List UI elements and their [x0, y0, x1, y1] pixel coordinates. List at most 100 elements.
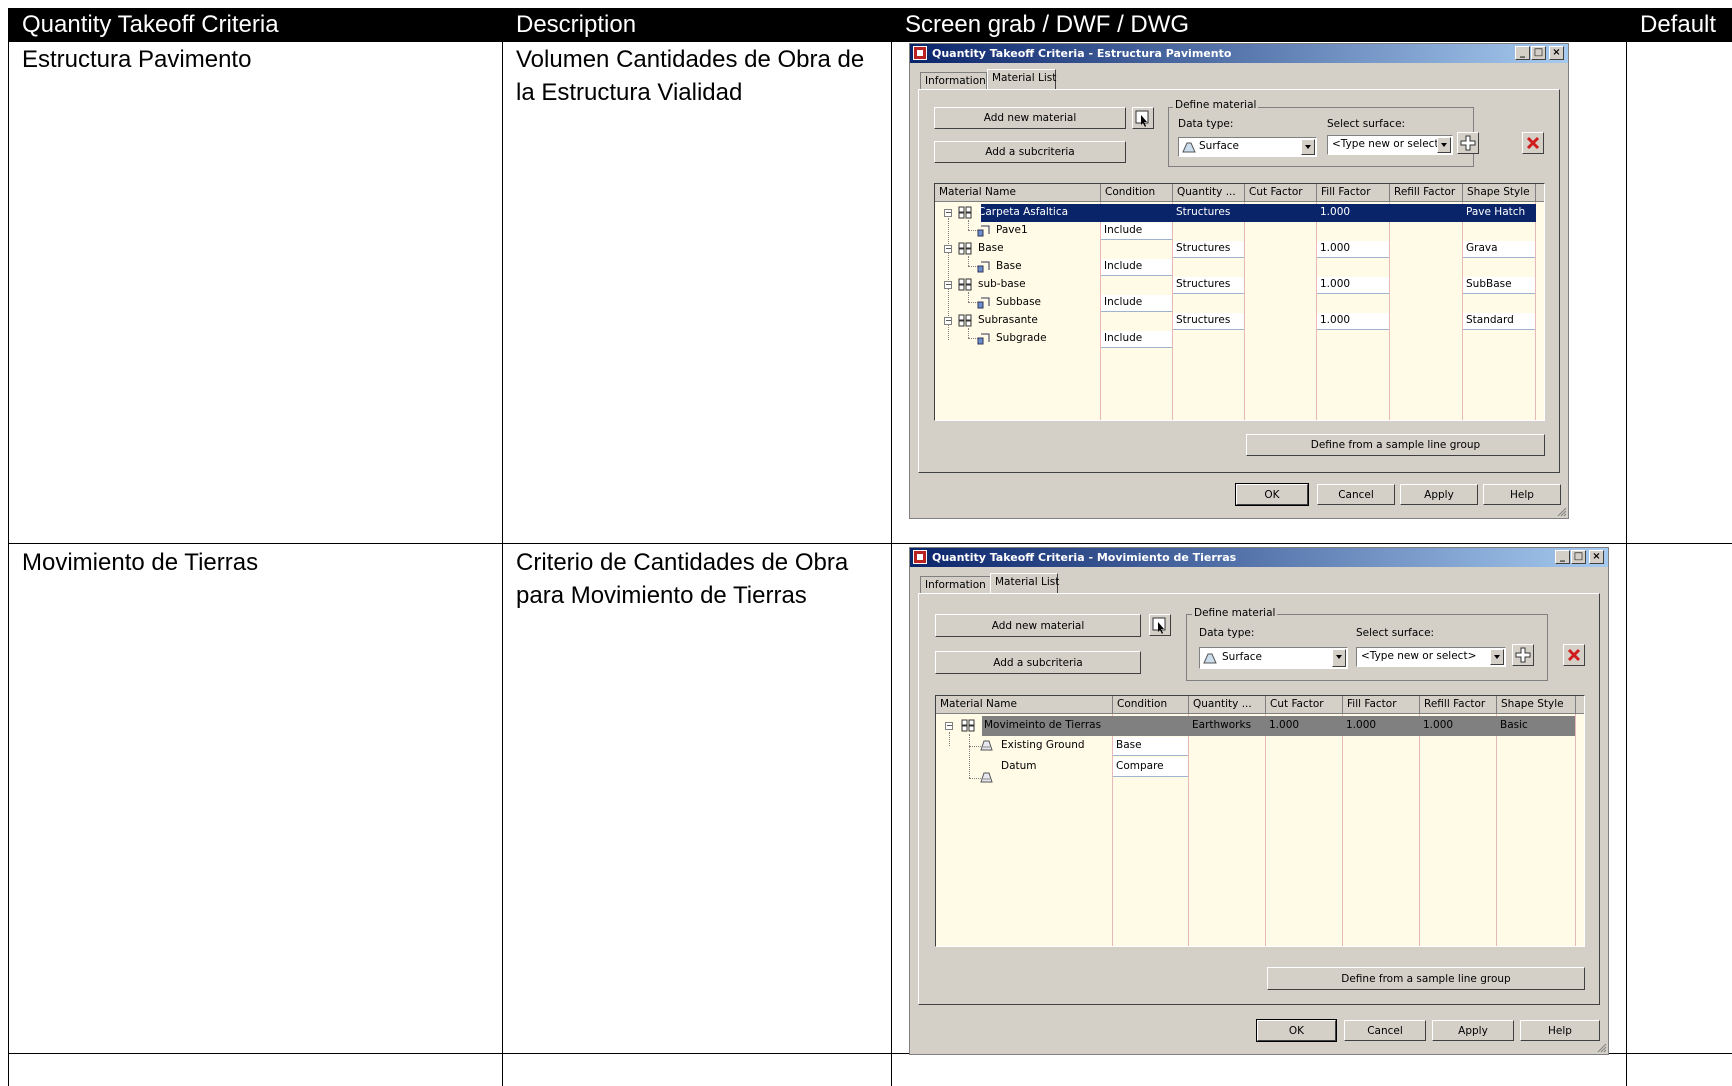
cancel-button[interactable]: Cancel [1317, 484, 1395, 505]
tab-information[interactable]: Information [920, 576, 999, 594]
select-surface-combo[interactable]: <Type new or select> [1327, 135, 1453, 155]
row-material-name[interactable]: Subgrade [993, 332, 1047, 344]
row-shape-style[interactable]: Grava [1463, 242, 1498, 254]
row-material-name[interactable]: Datum [998, 760, 1037, 772]
row-condition[interactable]: Include [1101, 224, 1142, 236]
col-shape-style[interactable]: Shape Style [1463, 184, 1536, 202]
select-surface-combo[interactable]: <Type new or select> [1356, 647, 1506, 667]
row-condition[interactable]: Compare [1113, 760, 1164, 772]
row-shape-style[interactable]: Pave Hatch [1463, 206, 1525, 218]
grid-col-line [1265, 714, 1266, 946]
help-button[interactable]: Help [1483, 484, 1561, 505]
row-material-name[interactable]: Pave1 [993, 224, 1028, 236]
row-shape-style[interactable]: SubBase [1463, 278, 1512, 290]
row-quantity[interactable]: Structures [1173, 206, 1230, 218]
col-condition[interactable]: Condition [1113, 696, 1189, 714]
row-condition[interactable]: Include [1101, 296, 1142, 308]
row-condition[interactable]: Base [1113, 739, 1142, 751]
row-material-name[interactable]: Subbase [993, 296, 1041, 308]
col-fill-factor[interactable]: Fill Factor [1343, 696, 1420, 714]
col-material-name[interactable]: Material Name [935, 184, 1101, 202]
row-material-name[interactable]: Subrasante [975, 314, 1038, 326]
collapse-icon[interactable]: − [944, 317, 952, 325]
tab-material-list[interactable]: Material List [990, 573, 1059, 594]
row-fill-factor[interactable]: 1.000 [1343, 719, 1376, 731]
data-type-value: Surface [1222, 651, 1263, 663]
add-subcriteria-button[interactable]: Add a subcriteria [935, 651, 1141, 674]
chevron-down-icon[interactable] [1490, 649, 1504, 665]
row-condition[interactable]: Include [1101, 260, 1142, 272]
row-condition[interactable]: Include [1101, 332, 1142, 344]
cancel-button[interactable]: Cancel [1344, 1020, 1426, 1041]
row-quantity[interactable]: Structures [1173, 314, 1230, 326]
row-shape-style[interactable]: Standard [1463, 314, 1514, 326]
minimize-icon[interactable]: _ [1555, 550, 1570, 564]
collapse-icon[interactable]: − [945, 722, 953, 730]
data-type-select[interactable]: Surface [1199, 647, 1348, 669]
maximize-icon[interactable]: □ [1531, 46, 1546, 60]
chevron-down-icon[interactable] [1301, 139, 1315, 155]
row-quantity[interactable]: Structures [1173, 242, 1230, 254]
help-button[interactable]: Help [1520, 1020, 1600, 1041]
chevron-down-icon[interactable] [1332, 649, 1346, 667]
grid-col-line [1419, 714, 1420, 946]
pick-icon[interactable] [1132, 107, 1154, 129]
add-material-button[interactable]: Add new material [934, 107, 1126, 129]
collapse-icon[interactable]: − [944, 245, 952, 253]
row-fill-factor[interactable]: 1.000 [1317, 278, 1350, 290]
col-fill-factor[interactable]: Fill Factor [1317, 184, 1390, 202]
col-quantity[interactable]: Quantity ... [1189, 696, 1266, 714]
apply-button[interactable]: Apply [1432, 1020, 1514, 1041]
col-quantity[interactable]: Quantity ... [1173, 184, 1245, 202]
ok-button[interactable]: OK [1256, 1019, 1337, 1042]
delete-icon[interactable] [1563, 644, 1585, 666]
define-sample-line-button[interactable]: Define from a sample line group [1267, 967, 1585, 990]
col-cut-factor[interactable]: Cut Factor [1245, 184, 1317, 202]
material-list-grid[interactable]: Material Name Condition Quantity ... Cut… [934, 183, 1545, 421]
pick-icon[interactable] [1149, 614, 1171, 636]
define-sample-line-button[interactable]: Define from a sample line group [1246, 434, 1545, 456]
row-shape-style[interactable]: Basic [1497, 719, 1528, 731]
add-surface-icon[interactable] [1512, 644, 1534, 666]
tab-material-list[interactable]: Material List [987, 69, 1056, 90]
row-fill-factor[interactable]: 1.000 [1317, 314, 1350, 326]
material-icon [961, 719, 975, 732]
add-surface-icon[interactable] [1457, 132, 1479, 154]
collapse-icon[interactable]: − [944, 281, 952, 289]
row-quantity[interactable]: Earthworks [1189, 719, 1251, 731]
add-subcriteria-button[interactable]: Add a subcriteria [934, 141, 1126, 163]
resize-grip-icon[interactable] [1555, 505, 1567, 517]
row-material-name[interactable]: Base [975, 242, 1004, 254]
apply-button[interactable]: Apply [1400, 484, 1478, 505]
col-condition[interactable]: Condition [1101, 184, 1173, 202]
row-fill-factor[interactable]: 1.000 [1317, 206, 1350, 218]
row-cut-factor[interactable]: 1.000 [1266, 719, 1299, 731]
resize-grip-icon[interactable] [1595, 1041, 1607, 1053]
col-shape-style[interactable]: Shape Style [1497, 696, 1576, 714]
material-list-grid[interactable]: Material Name Condition Quantity ... Cut… [935, 695, 1585, 947]
row-material-name[interactable]: Base [993, 260, 1022, 272]
row-material-name[interactable]: sub-base [975, 278, 1026, 290]
col-refill-factor[interactable]: Refill Factor [1390, 184, 1463, 202]
close-icon[interactable]: × [1549, 46, 1564, 60]
row-fill-factor[interactable]: 1.000 [1317, 242, 1350, 254]
ok-button[interactable]: OK [1235, 483, 1309, 506]
col-refill-factor[interactable]: Refill Factor [1420, 696, 1497, 714]
collapse-icon[interactable]: − [944, 209, 952, 217]
row-material-name[interactable]: Existing Ground [998, 739, 1085, 751]
maximize-icon[interactable]: □ [1571, 550, 1586, 564]
row-material-name[interactable]: Movimeinto de Tierras [981, 719, 1101, 731]
chevron-down-icon[interactable] [1437, 137, 1451, 153]
delete-icon[interactable] [1522, 132, 1544, 154]
grid-col-line [1462, 202, 1463, 420]
row-quantity[interactable]: Structures [1173, 278, 1230, 290]
data-type-select[interactable]: Surface [1178, 137, 1317, 157]
row-refill-factor[interactable]: 1.000 [1420, 719, 1453, 731]
minimize-icon[interactable]: _ [1515, 46, 1530, 60]
add-material-button[interactable]: Add new material [935, 614, 1141, 637]
col-cut-factor[interactable]: Cut Factor [1266, 696, 1343, 714]
close-icon[interactable]: × [1589, 550, 1604, 564]
row-material-name[interactable]: Carpeta Asfaltica [975, 206, 1068, 218]
col-material-name[interactable]: Material Name [936, 696, 1113, 714]
tab-information[interactable]: Information [920, 72, 987, 90]
